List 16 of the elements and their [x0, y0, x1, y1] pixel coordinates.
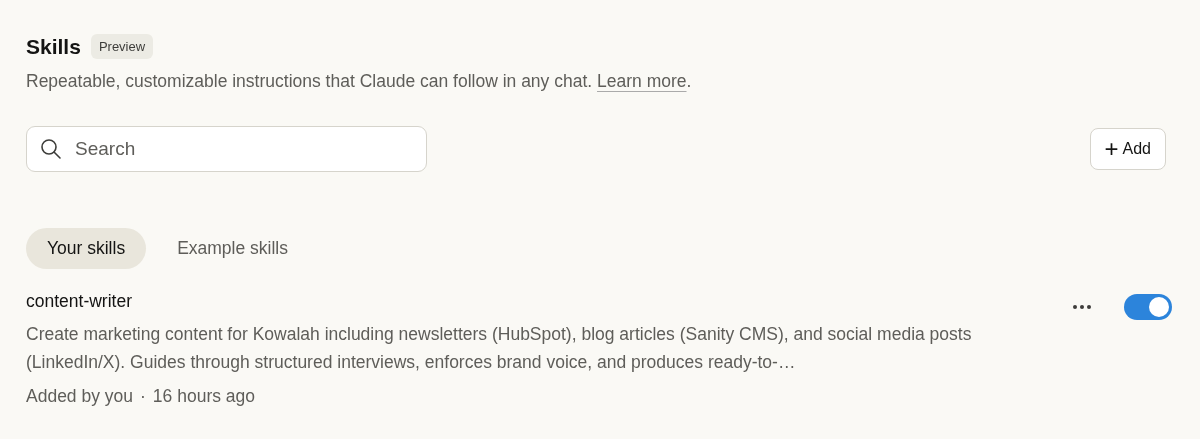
- skill-description: Create marketing content for Kowalah including newsletters (HubSpot), blog articles (Sanity CMS), and social media posts (LinkedIn/X). Guides through structured interviews, enforces brand voice, and produces ready-to-…: [26, 323, 973, 374]
- toggle-switch[interactable]: [1124, 294, 1172, 320]
- page-title: Skills: [26, 34, 81, 59]
- page-description: Repeatable, customizable instructions that Claude can follow in any chat. Learn more.: [26, 71, 693, 92]
- tab[interactable]: Example skills: [156, 228, 309, 269]
- add-button[interactable]: + Add: [1089, 128, 1166, 170]
- more-options-icon[interactable]: [1072, 304, 1092, 310]
- tab[interactable]: Your skills: [26, 228, 147, 269]
- separator-dot: ·: [140, 386, 146, 407]
- skill-name: content-writer: [26, 291, 133, 312]
- learn-more-link[interactable]: Learn more: [597, 71, 687, 91]
- search-field[interactable]: Search: [26, 126, 427, 172]
- search-icon: [40, 138, 62, 160]
- preview-badge: Preview: [90, 34, 154, 59]
- time-text: 16 hours ago: [152, 386, 256, 407]
- added-by-text: Added by you: [26, 386, 134, 407]
